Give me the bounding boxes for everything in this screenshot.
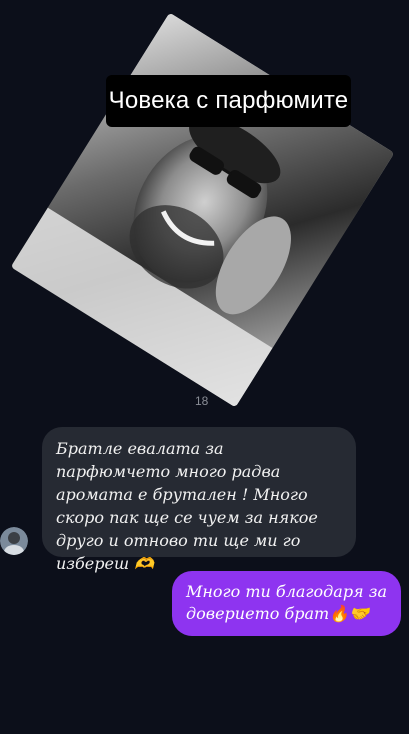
avatar[interactable] [0, 527, 28, 555]
outgoing-message-text: Много ти благодаря за доверието брат🔥🤝 [186, 582, 387, 623]
story-reply-card[interactable] [10, 12, 395, 408]
incoming-message-text: Братле евалата за парфюмчето много радва… [56, 439, 318, 573]
story-caption-text: Човека с парфюмите [108, 87, 349, 114]
incoming-message-bubble[interactable]: Братле евалата за парфюмчето много радва… [42, 427, 356, 573]
story-caption: Човека с парфюмите [106, 75, 351, 127]
story-counter: 18 [195, 394, 209, 408]
story-photo [10, 12, 395, 408]
outgoing-message-bubble[interactable]: Много ти благодаря за доверието брат🔥🤝 [172, 571, 401, 636]
avatar-image [0, 527, 28, 555]
